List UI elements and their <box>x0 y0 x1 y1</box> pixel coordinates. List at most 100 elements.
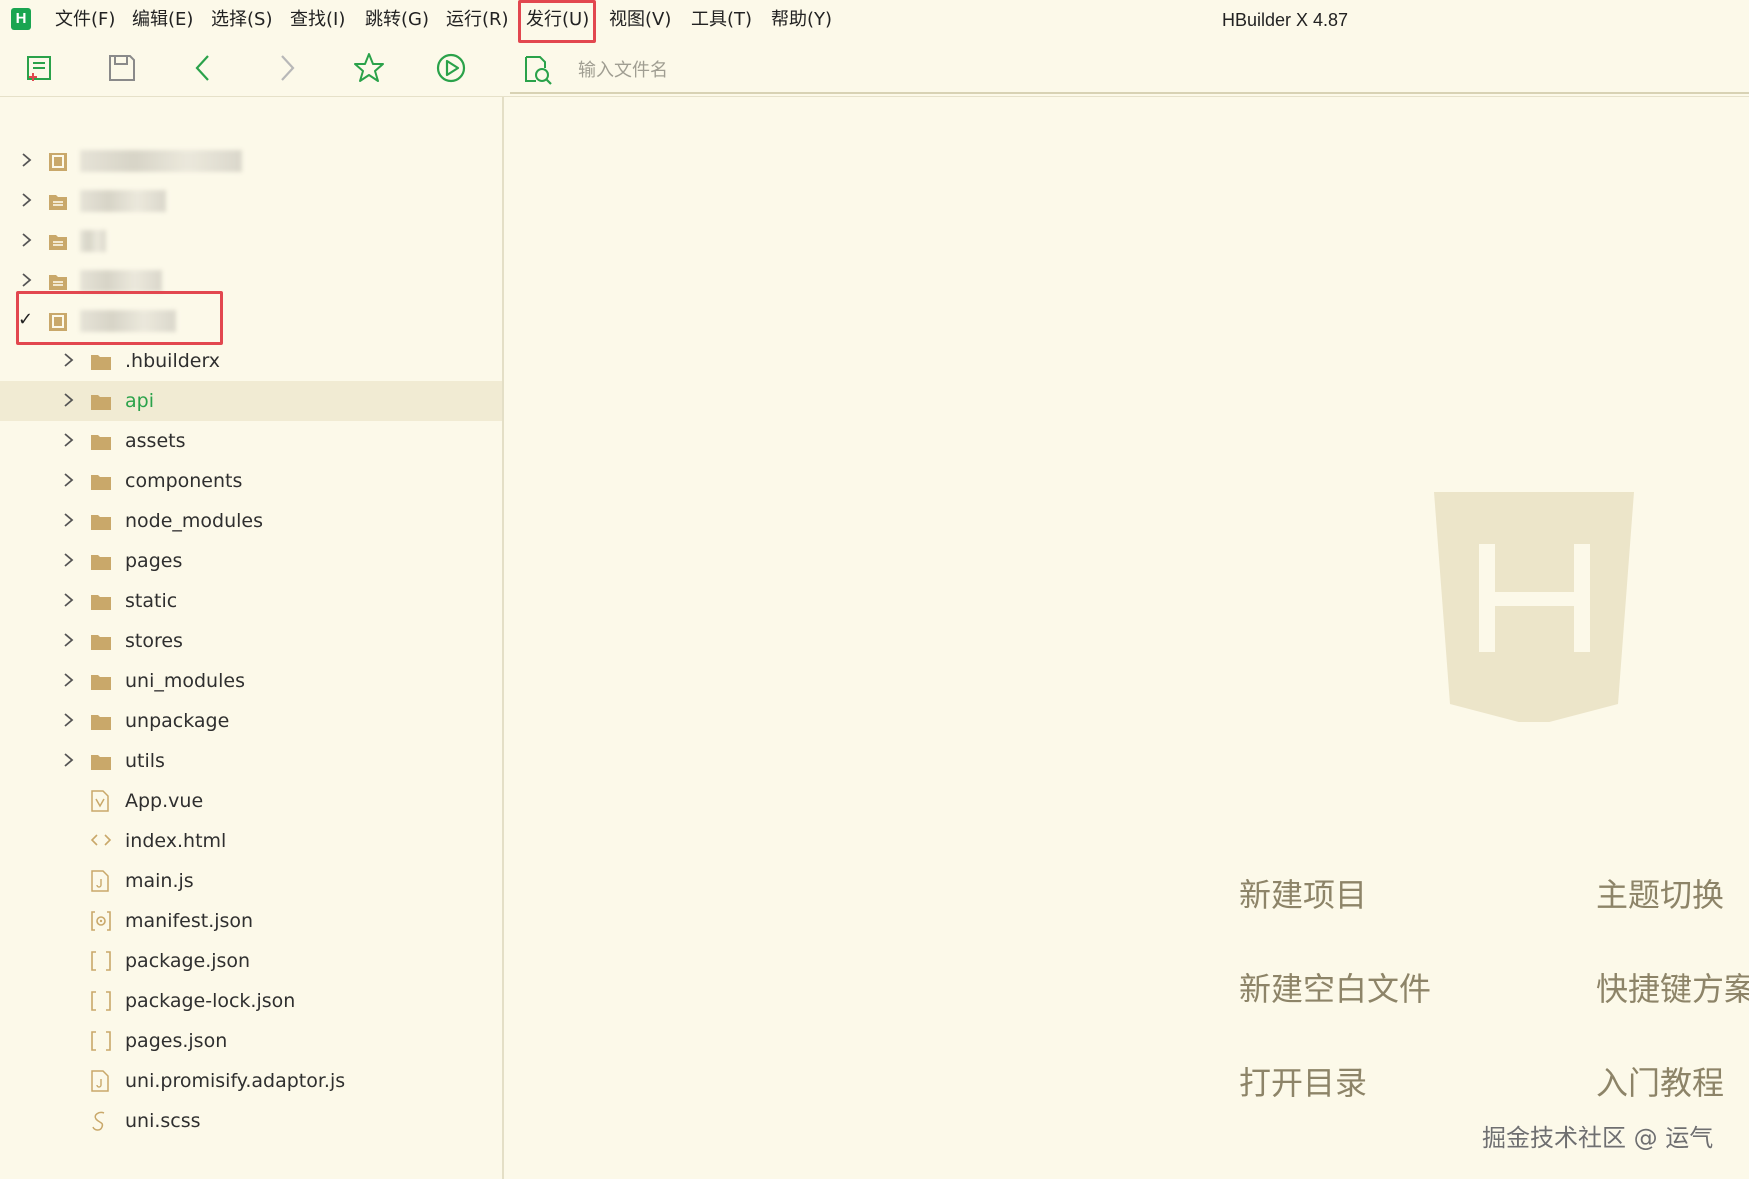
folder-project-icon <box>49 235 67 250</box>
chevron-right-icon[interactable] <box>63 673 75 687</box>
tree-folder-row[interactable]: .hbuilderx <box>0 341 502 381</box>
folder-project-icon <box>49 275 67 290</box>
tree-item-label: uni.promisify.adaptor.js <box>125 1070 346 1092</box>
keymap-scheme-link[interactable]: 快捷键方案 <box>1596 964 1749 1010</box>
tree-folder-row[interactable]: pages <box>0 541 502 581</box>
menu-run[interactable]: 运行(R) <box>446 0 509 40</box>
tree-item-label: api <box>125 390 154 412</box>
chevron-right-icon[interactable] <box>63 753 75 767</box>
project-name-redacted <box>80 150 242 172</box>
run-icon[interactable] <box>433 50 469 86</box>
file-search-icon[interactable] <box>522 54 554 90</box>
manifest-file-icon <box>90 910 112 936</box>
toolbar <box>0 40 1749 96</box>
chevron-right-icon[interactable] <box>21 193 33 207</box>
tree-file-row[interactable]: uni.scss <box>0 1101 502 1141</box>
tree-folder-row[interactable]: utils <box>0 741 502 781</box>
new-project-link[interactable]: 新建项目 <box>1239 870 1367 916</box>
chevron-right-icon[interactable] <box>21 153 33 167</box>
menu-goto[interactable]: 跳转(G) <box>365 0 429 40</box>
tree-item-label: static <box>125 590 178 612</box>
tree-item-label: unpackage <box>125 710 230 732</box>
tree-folder-row[interactable]: node_modules <box>0 501 502 541</box>
chevron-right-icon[interactable] <box>63 633 75 647</box>
tree-folder-row[interactable]: components <box>0 461 502 501</box>
save-icon[interactable] <box>104 50 140 86</box>
menu-edit[interactable]: 编辑(E) <box>132 0 193 40</box>
tree-file-row[interactable]: main.js <box>0 861 502 901</box>
tree-item-label: uni_modules <box>125 670 245 692</box>
tree-file-row[interactable]: pages.json <box>0 1021 502 1061</box>
folder-icon <box>90 673 112 695</box>
folder-icon <box>90 633 112 655</box>
tree-item-label: index.html <box>125 830 227 852</box>
chevron-right-icon[interactable] <box>63 353 75 367</box>
tree-folder-row[interactable]: api <box>0 381 502 421</box>
project-name-redacted <box>80 230 106 252</box>
folder-icon <box>90 553 112 575</box>
tree-folder-row[interactable]: static <box>0 581 502 621</box>
menu-find[interactable]: 查找(I) <box>290 0 345 40</box>
chevron-right-icon[interactable] <box>21 233 33 247</box>
project-row[interactable] <box>0 221 502 261</box>
file-search-input[interactable] <box>576 54 1180 86</box>
folder-icon <box>90 593 112 615</box>
folder-project-icon <box>49 195 67 210</box>
menu-file[interactable]: 文件(F) <box>55 0 115 40</box>
tree-file-row[interactable]: package-lock.json <box>0 981 502 1021</box>
project-explorer: ✓ .hbuilderx api assets components node_modu… <box>0 97 504 1179</box>
menu-select[interactable]: 选择(S) <box>211 0 272 40</box>
project-row[interactable] <box>0 141 502 181</box>
back-icon[interactable] <box>186 50 222 86</box>
favorite-star-icon[interactable] <box>351 50 387 86</box>
json-file-icon <box>90 950 112 976</box>
tree-item-label: stores <box>125 630 183 652</box>
tree-file-row[interactable]: index.html <box>0 821 502 861</box>
hbuilder-logo-icon: H <box>11 8 31 30</box>
tree-item-label: package-lock.json <box>125 990 296 1012</box>
file-search-bar <box>510 48 1749 94</box>
forward-icon[interactable] <box>268 50 304 86</box>
menu-help[interactable]: 帮助(Y) <box>771 0 832 40</box>
tree-folder-row[interactable]: stores <box>0 621 502 661</box>
html-file-icon <box>90 830 112 854</box>
folder-icon <box>90 353 112 375</box>
new-blank-file-link[interactable]: 新建空白文件 <box>1239 964 1431 1010</box>
folder-icon <box>90 753 112 775</box>
tree-file-row[interactable]: uni.promisify.adaptor.js <box>0 1061 502 1101</box>
project-name-redacted <box>80 270 162 292</box>
welcome-page: 新建项目 主题切换 新建空白文件 快捷键方案 打开目录 入门教程 <box>504 97 1749 1179</box>
js-file-icon <box>90 1070 110 1096</box>
tree-file-row[interactable]: manifest.json <box>0 901 502 941</box>
chevron-right-icon[interactable] <box>63 473 75 487</box>
chevron-right-icon[interactable] <box>63 553 75 567</box>
menu-bar: H 文件(F) 编辑(E) 选择(S) 查找(I) 跳转(G) 运行(R) 发行… <box>0 0 1749 43</box>
tree-folder-row[interactable]: uni_modules <box>0 661 502 701</box>
tree-file-row[interactable]: package.json <box>0 941 502 981</box>
tree-file-row[interactable]: App.vue <box>0 781 502 821</box>
menu-publish-highlight <box>518 0 596 43</box>
tree-folder-row[interactable]: assets <box>0 421 502 461</box>
scss-file-icon <box>90 1110 110 1136</box>
json-file-icon <box>90 990 112 1016</box>
open-directory-link[interactable]: 打开目录 <box>1239 1058 1367 1104</box>
menu-tools[interactable]: 工具(T) <box>691 0 752 40</box>
chevron-right-icon[interactable] <box>63 433 75 447</box>
getting-started-link[interactable]: 入门教程 <box>1596 1058 1724 1104</box>
tree-item-label: uni.scss <box>125 1110 201 1132</box>
chevron-right-icon[interactable] <box>63 713 75 727</box>
chevron-right-icon[interactable] <box>63 513 75 527</box>
tree-folder-row[interactable]: unpackage <box>0 701 502 741</box>
theme-switch-link[interactable]: 主题切换 <box>1596 870 1724 916</box>
chevron-right-icon[interactable] <box>21 273 33 287</box>
new-file-icon[interactable] <box>22 50 58 86</box>
js-file-icon <box>90 870 110 896</box>
tree-item-label: pages <box>125 550 183 572</box>
project-row[interactable] <box>0 181 502 221</box>
menu-view[interactable]: 视图(V) <box>609 0 671 40</box>
tree-item-label: components <box>125 470 243 492</box>
tree-item-label: App.vue <box>125 790 204 812</box>
chevron-right-icon[interactable] <box>63 393 75 407</box>
chevron-right-icon[interactable] <box>63 593 75 607</box>
project-highlight <box>16 291 223 345</box>
